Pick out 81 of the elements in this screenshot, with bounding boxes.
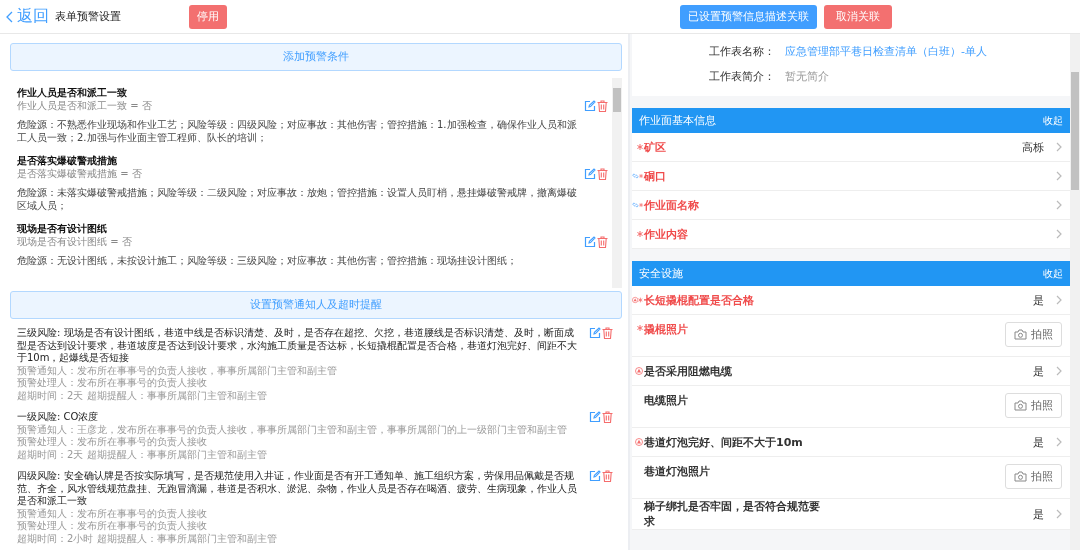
handler-text: 预警处理人：发布所在事事号的负责人接收 (17, 436, 208, 449)
condition-rule: 是否落实爆破警戒措施 = 否 (17, 167, 143, 180)
add-condition-button[interactable]: 添加预警条件 (10, 43, 622, 71)
camera-icon (1014, 400, 1027, 411)
trash-icon[interactable] (597, 236, 608, 248)
field-label: 长短撬棍配置是否合格 (643, 292, 755, 308)
field-label: 撬棍照片 (643, 322, 689, 337)
field-label: 巷道灯泡照片 (643, 464, 711, 479)
edit-icon[interactable] (584, 100, 596, 112)
collapse-link[interactable]: 收起 (1043, 113, 1063, 128)
trash-icon[interactable] (597, 168, 608, 180)
edit-icon[interactable] (589, 411, 601, 423)
chevron-right-icon (1056, 509, 1062, 519)
chevron-right-icon (1056, 229, 1062, 239)
section-title: 作业面基本信息 (639, 113, 716, 128)
condition-description: 危险源：不熟悉作业现场和作业工艺；风险等级：四级风险；对应事故：其他伤害；管控措施：1.加强检查，确保作业人员和派工人员一致；2.加强与作业面主管工程师、队长的培训； (17, 118, 577, 144)
field-label: 梯子绑扎是否牢固，是否符合规范要求 (643, 499, 821, 529)
field-label: 矿区 (643, 139, 667, 155)
condition-description: 危险源：无设计图纸，未按设计施工；风险等级：三级风险；对应事故：其他伤害；管控措施：现场挂设计图纸； (17, 254, 518, 267)
chevron-left-icon (6, 10, 13, 23)
chevron-right-icon (1056, 200, 1062, 210)
scrollbar[interactable] (612, 78, 622, 288)
field-value[interactable]: 是 (1033, 434, 1044, 450)
edit-icon[interactable] (584, 168, 596, 180)
trash-icon[interactable] (597, 100, 608, 112)
condition-description: 危险源：未落实爆破警戒措施；风险等级：二级风险；对应事故：放炮；管控措施：设置人员盯梢，悬挂爆破警戒牌，撤离爆破区域人员； (17, 186, 577, 212)
edit-icon[interactable] (589, 470, 601, 482)
condition-title: 现场是否有设计图纸 (17, 222, 108, 235)
scrollbar[interactable] (1070, 34, 1080, 550)
chevron-right-icon (1056, 171, 1062, 181)
condition-rule: 现场是否有设计图纸 = 否 (17, 235, 133, 248)
notification-settings-button[interactable]: 设置预警通知人及超时提醒 (10, 291, 622, 319)
sheet-intro-label: 工作表简介： (708, 69, 775, 84)
trash-icon[interactable] (602, 327, 613, 339)
chevron-right-icon (1056, 437, 1062, 447)
trash-icon[interactable] (602, 411, 613, 423)
timeout-text: 超期时间：2天 超期提醒人：事事所属部门主管和副主管 (17, 448, 268, 461)
take-photo-button[interactable]: 拍照 (1005, 464, 1062, 489)
notifier-text: 预警通知人：王彦龙，发布所在事事号的负责人接收，事事所属部门主管和副主管，事事所属部门的上一级部门主管和副主管 (17, 423, 568, 436)
edit-icon[interactable] (584, 236, 596, 248)
handler-text: 预警处理人：发布所在事事号的负责人接收 (17, 377, 208, 390)
field-label: 硐口 (643, 168, 667, 184)
sheet-intro: 暂无简介 (784, 69, 830, 84)
notifier-text: 预警通知人：发布所在事事号的负责人接收 (17, 507, 208, 520)
field-value[interactable]: 是 (1033, 363, 1044, 379)
field-label: 电缆照片 (643, 393, 689, 408)
edit-icon[interactable] (589, 327, 601, 339)
field-value[interactable]: 是 (1033, 292, 1044, 308)
risk-rule: 一级风险: CO浓度 (17, 411, 100, 424)
risk-rule: 四级风险: 安全确认牌是否按实际填写，是否规范使用入井证，作业面是否有开工通知单、施工组织方案，劳保用品佩戴是否规范、齐全，风水管线规范盘挂、无跑冒滴漏，巷道是否积水、淤泥、杂物，作业人员是否存在喝酒、疲劳、生病现象，作业人员是否和派工一致 (17, 470, 578, 508)
linked-description-button[interactable]: 已设置预警信息描述关联 (680, 4, 817, 29)
timeout-text: 超期时间：2小时 超期提醒人：事事所属部门主管和副主管 (17, 532, 278, 545)
camera-icon (1014, 329, 1027, 340)
condition-title: 是否落实爆破警戒措施 (17, 154, 118, 167)
notifier-text: 预警通知人：发布所在事事号的负责人接收，事事所属部门主管和副主管 (17, 364, 338, 377)
sheet-name-label: 工作表名称： (708, 44, 775, 59)
timeout-text: 超期时间：2天 超期提醒人：事事所属部门主管和副主管 (17, 389, 268, 402)
unlink-button[interactable]: 取消关联 (824, 4, 892, 29)
chevron-right-icon (1056, 142, 1062, 152)
condition-title: 作业人员是否和派工一致 (17, 86, 128, 99)
field-value[interactable]: 高栎 (1022, 139, 1044, 155)
page-title: 表单预警设置 (55, 9, 121, 24)
handler-text: 预警处理人：发布所在事事号的负责人接收 (17, 520, 208, 533)
condition-rule: 作业人员是否和派工一致 = 否 (17, 99, 153, 112)
field-label: 是否采用阻燃电缆 (643, 363, 733, 379)
field-label: 作业面名称 (643, 197, 700, 213)
back-link[interactable]: 返回 (6, 6, 49, 27)
take-photo-button[interactable]: 拍照 (1005, 322, 1062, 347)
risk-rule: 三级风险: 现场是否有设计图纸，巷道中线是否标识清楚、及时，是否存在超挖、欠挖，巷道腰线是否标识清楚、及时，断面成型是否达到设计要求，巷道坡度是否达到设计要求，水沟施工质量是否达标，长短撬棍配置是否合格，巷道灯泡完好、间距不大于10m，起爆线是否短接 (17, 327, 578, 365)
sheet-name[interactable]: 应急管理部平巷日检查清单（白班）-单人 (775, 44, 1070, 59)
take-photo-button[interactable]: 拍照 (1005, 393, 1062, 418)
collapse-link[interactable]: 收起 (1043, 266, 1063, 281)
section-title: 安全设施 (639, 266, 683, 281)
chevron-right-icon (1056, 295, 1062, 305)
chevron-right-icon (1056, 366, 1062, 376)
field-label: 作业内容 (643, 226, 689, 242)
trash-icon[interactable] (602, 470, 613, 482)
camera-icon (1014, 471, 1027, 482)
field-label: 巷道灯泡完好、间距不大于10m (643, 434, 804, 450)
field-value[interactable]: 是 (1033, 506, 1044, 522)
disable-button[interactable]: 停用 (189, 4, 227, 29)
